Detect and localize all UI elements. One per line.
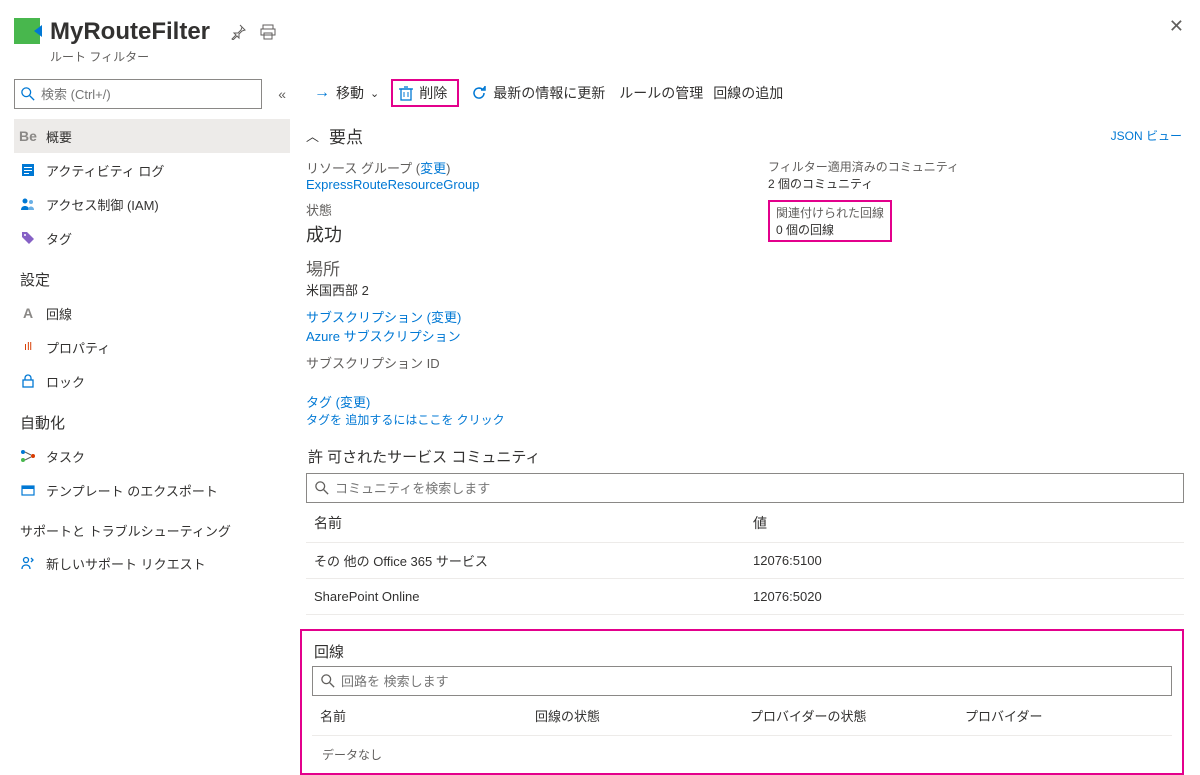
toolbar-move[interactable]: → 移動 ⌄: [306, 79, 387, 107]
pin-icon[interactable]: [230, 24, 246, 40]
json-view-link[interactable]: JSON ビュー: [1111, 127, 1190, 144]
export-icon: [20, 482, 36, 498]
related-label: 関連付けられた回線: [776, 204, 884, 221]
communities-search-input[interactable]: [329, 481, 1175, 496]
communities-section-title: 許 可されたサービス コミュニティ: [308, 446, 1190, 467]
related-value: 0 個の回線: [776, 221, 884, 238]
communities-label: フィルター適用済みのコミュニティ: [768, 158, 1190, 175]
refresh-icon: [471, 85, 487, 101]
nav-section-settings: 設定: [14, 255, 290, 296]
chevron-down-icon: ⌄: [370, 87, 379, 100]
sidebar-search-input[interactable]: [35, 87, 255, 102]
th-circuit-state: 回線の状態: [527, 706, 742, 725]
th-provider: プロバイダー: [957, 706, 1172, 725]
support-icon: [20, 555, 36, 571]
essentials-title: 要点: [329, 123, 363, 148]
nav-properties[interactable]: ıll プロパティ: [14, 330, 290, 364]
tags-label: タグ (変更): [306, 392, 1190, 411]
th-provider-state: プロバイダーの状態: [742, 706, 957, 725]
table-row[interactable]: SharePoint Online 12076:5020: [306, 579, 1184, 615]
nav-circuits[interactable]: A 回線: [14, 296, 290, 330]
communities-table: 名前 値 その 他の Office 365 サービス 12076:5100 Sh…: [306, 503, 1184, 615]
move-icon: →: [314, 84, 330, 102]
toolbar-refresh[interactable]: 最新の情報に更新: [463, 79, 613, 107]
communities-value: 2 個のコミュニティ: [768, 175, 1190, 192]
subscription-label: サブスクリプション (変更): [306, 307, 728, 326]
nav-tasks[interactable]: タスク: [14, 439, 290, 473]
route-filter-icon: [14, 18, 40, 44]
th-circuit-name: 名前: [312, 706, 527, 725]
location-label: 場所: [306, 255, 728, 280]
page-title: MyRouteFilter: [50, 18, 210, 46]
th-name: 名前: [306, 513, 745, 533]
circuits-section: 回線 名前 回線の状態 プロバイダーの状態 プロバイダー データなし: [300, 629, 1184, 775]
page-subtitle: ルート フィルター: [50, 48, 210, 65]
toolbar-add-circuit[interactable]: 回線の追加: [705, 79, 791, 107]
toolbar-delete[interactable]: 削除: [391, 79, 459, 107]
trash-icon: [399, 85, 413, 101]
location-value: 米国西部 2: [306, 280, 728, 299]
print-icon[interactable]: [260, 24, 276, 40]
iam-icon: [20, 196, 36, 212]
properties-icon: ıll: [20, 339, 36, 355]
rg-change-link[interactable]: 変更: [420, 161, 446, 176]
circuits-search[interactable]: [312, 666, 1172, 696]
essentials-collapse-icon[interactable]: ︿: [306, 126, 319, 145]
search-icon: [315, 481, 329, 495]
activity-log-icon: [20, 162, 36, 178]
nav-section-support: サポートと トラブルシューティング: [14, 507, 290, 546]
table-row[interactable]: その 他の Office 365 サービス 12076:5100: [306, 543, 1184, 579]
status-label: 状態: [306, 200, 728, 219]
rg-label: リソース グループ (変更): [306, 158, 728, 177]
rg-value[interactable]: ExpressRouteResourceGroup: [306, 177, 728, 192]
tags-add-link[interactable]: タグを 追加するにはここを クリック: [306, 411, 1190, 428]
nav-activity-log[interactable]: アクティビティ ログ: [14, 153, 290, 187]
tasks-icon: [20, 448, 36, 464]
nav-new-support[interactable]: 新しいサポート リクエスト: [14, 546, 290, 580]
search-icon: [321, 674, 335, 688]
circuits-icon: A: [20, 305, 36, 321]
subscription-id-label: サブスクリプション ID: [306, 353, 728, 372]
toolbar-manage-rule[interactable]: ルールの管理: [611, 79, 711, 107]
tags-icon: [20, 230, 36, 246]
sidebar-search[interactable]: [14, 79, 262, 109]
th-value: 値: [745, 513, 1184, 533]
circuits-title: 回線: [314, 641, 1178, 662]
nav-section-automation: 自動化: [14, 398, 290, 439]
nav-export-template[interactable]: テンプレート のエクスポート: [14, 473, 290, 507]
collapse-sidebar-icon[interactable]: «: [274, 82, 290, 106]
nav-iam[interactable]: アクセス制御 (IAM): [14, 187, 290, 221]
search-icon: [21, 87, 35, 101]
nav-locks[interactable]: ロック: [14, 364, 290, 398]
close-icon[interactable]: ✕: [1169, 16, 1184, 37]
lock-icon: [20, 373, 36, 389]
overview-icon: Be: [20, 128, 36, 144]
status-value: 成功: [306, 221, 728, 247]
subscription-value[interactable]: Azure サブスクリプション: [306, 326, 728, 345]
nav-tags[interactable]: タグ: [14, 221, 290, 255]
communities-search[interactable]: [306, 473, 1184, 503]
circuits-search-input[interactable]: [335, 674, 1163, 689]
circuits-no-data: データなし: [312, 736, 1172, 763]
nav-overview[interactable]: Be 概要: [14, 119, 290, 153]
related-circuits-box: 関連付けられた回線 0 個の回線: [768, 200, 892, 242]
